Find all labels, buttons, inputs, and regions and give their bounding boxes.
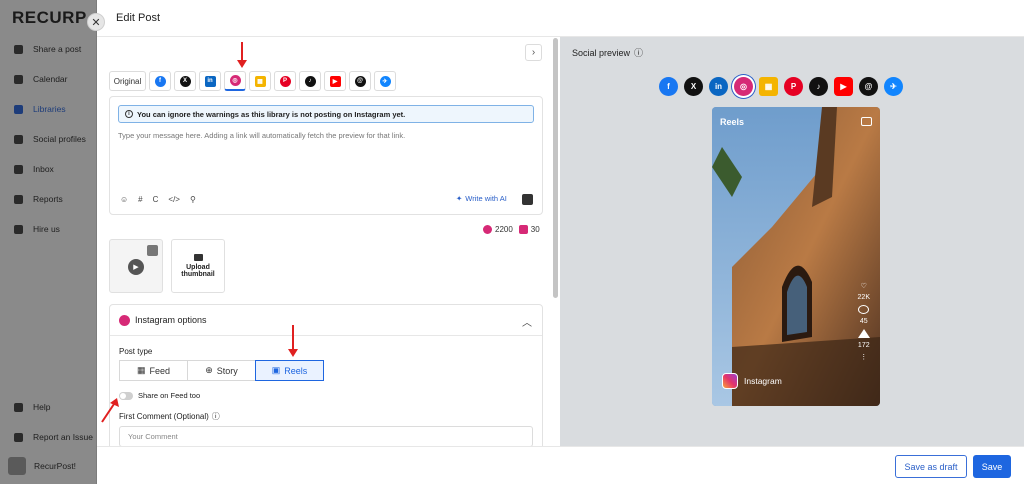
annotation-arrows [101,42,298,423]
arrowhead [237,60,247,68]
arrow-to-toggle [101,403,115,423]
close-modal-button[interactable]: ✕ [87,13,105,31]
arrowhead [110,398,119,407]
arrowhead [288,349,298,357]
